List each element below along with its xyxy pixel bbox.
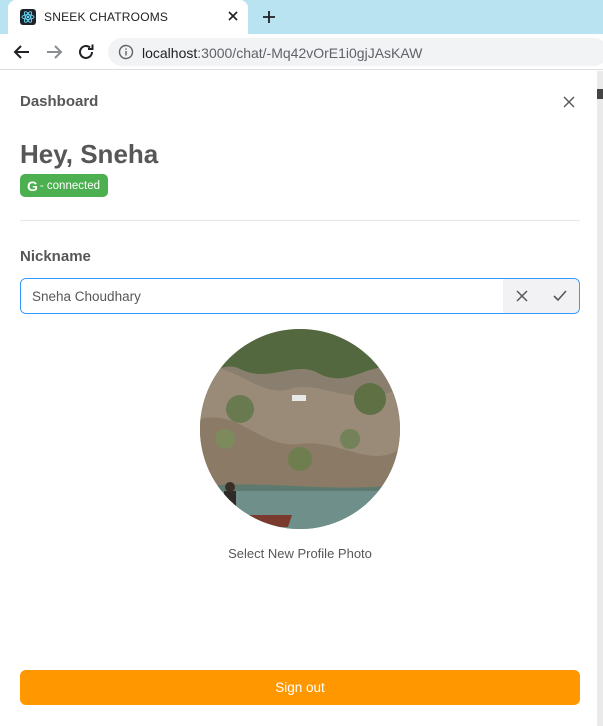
address-bar[interactable]: localhost:3000/chat/-Mq42vOrE1i0gjJAsKAW — [108, 38, 603, 66]
url-text: localhost:3000/chat/-Mq42vOrE1i0gjJAsKAW — [142, 45, 422, 61]
close-icon — [516, 290, 528, 302]
forward-arrow-icon[interactable] — [43, 41, 65, 63]
avatar[interactable] — [200, 329, 400, 529]
nickname-input[interactable] — [21, 279, 503, 313]
divider — [20, 220, 580, 221]
drawer-title: Dashboard — [20, 93, 99, 110]
url-host: localhost — [142, 45, 198, 61]
profile-photo-image — [200, 329, 400, 529]
background-page-edge — [597, 71, 603, 726]
url-path: :3000/chat/-Mq42vOrE1i0gjJAsKAW — [197, 45, 423, 61]
browser-tabstrip: SNEEK CHATROOMS — [0, 0, 603, 34]
dashboard-drawer: Dashboard Hey, Sneha G - connected Nickn… — [0, 71, 597, 726]
greeting-heading: Hey, Sneha — [20, 139, 159, 169]
back-arrow-icon[interactable] — [11, 41, 33, 63]
google-icon: G — [27, 177, 38, 194]
save-nickname-button[interactable] — [541, 279, 579, 313]
tab-title: SNEEK CHATROOMS — [44, 10, 169, 24]
close-tab-icon[interactable] — [224, 7, 242, 25]
clear-nickname-button[interactable] — [503, 279, 541, 313]
react-favicon-icon — [20, 9, 36, 25]
select-profile-photo-link[interactable]: Select New Profile Photo — [0, 546, 600, 561]
nickname-input-group — [20, 278, 580, 314]
nickname-label: Nickname — [20, 248, 91, 265]
google-connected-badge[interactable]: G - connected — [20, 174, 108, 197]
sign-out-button[interactable]: Sign out — [20, 670, 580, 705]
check-icon — [553, 290, 567, 302]
reload-icon[interactable] — [75, 41, 97, 63]
badge-label: - connected — [39, 179, 100, 192]
browser-tab[interactable]: SNEEK CHATROOMS — [8, 0, 248, 34]
close-icon[interactable] — [562, 95, 576, 109]
site-info-icon[interactable] — [118, 44, 134, 60]
background-bar — [597, 89, 603, 99]
new-tab-icon[interactable] — [258, 6, 280, 28]
browser-toolbar: localhost:3000/chat/-Mq42vOrE1i0gjJAsKAW — [0, 34, 603, 70]
